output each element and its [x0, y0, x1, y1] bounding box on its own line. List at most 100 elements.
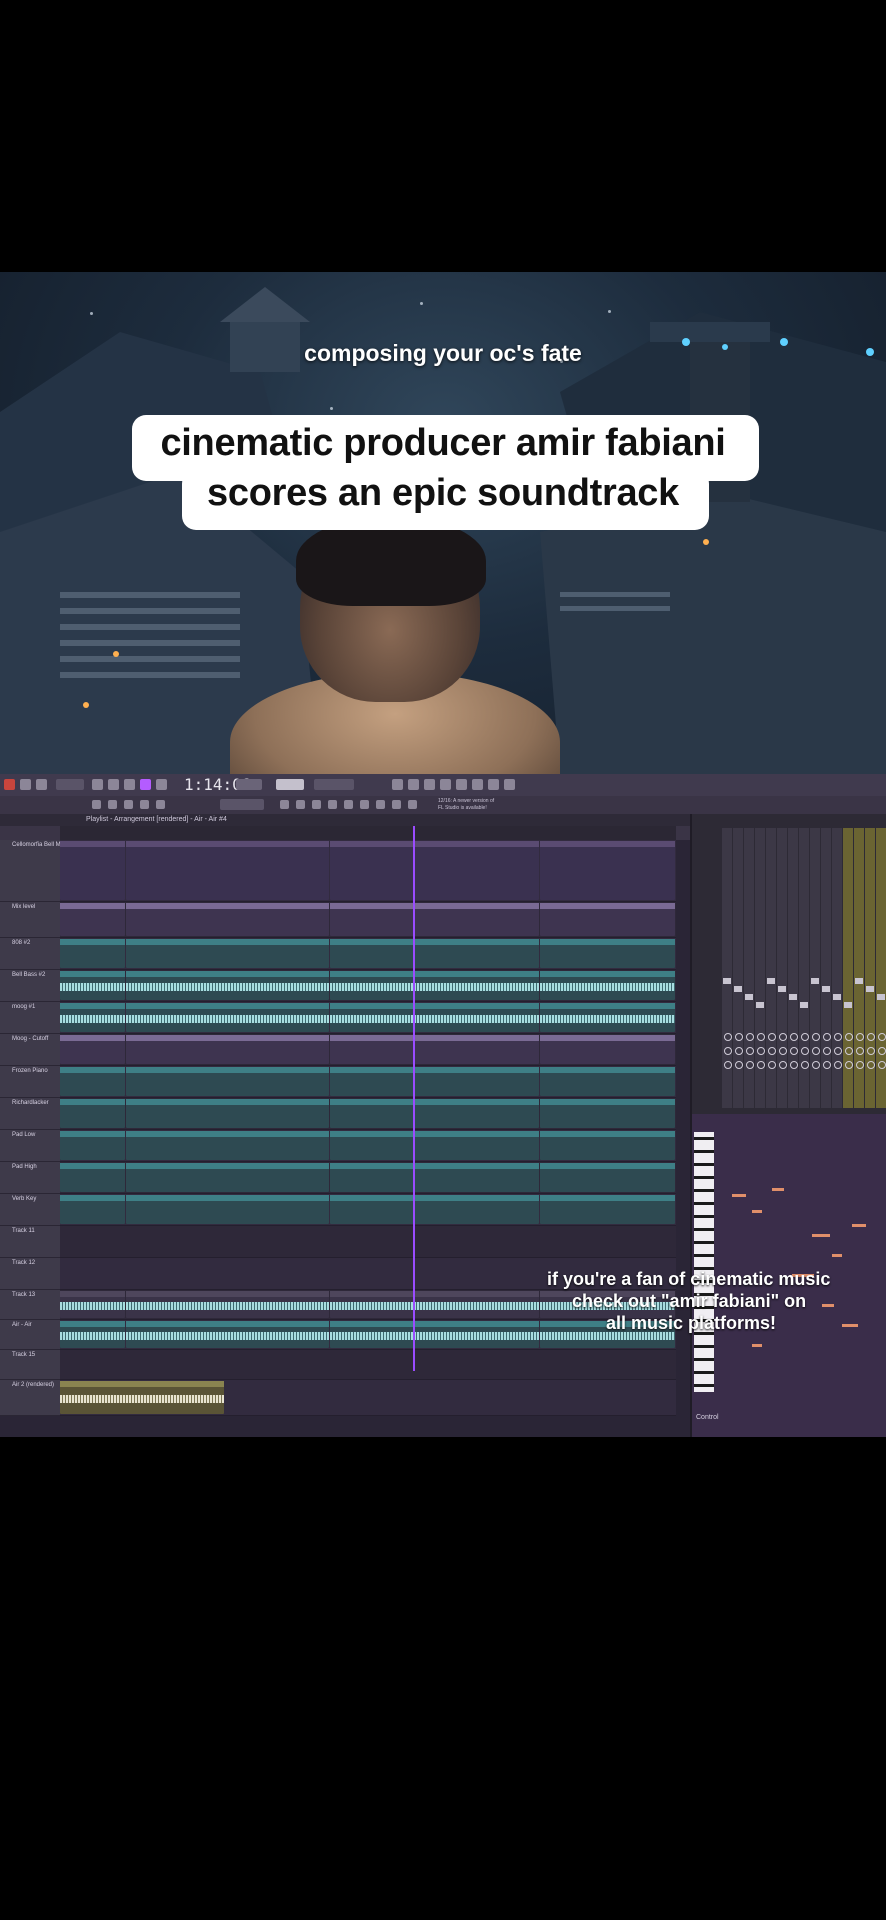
mixer-knob[interactable] [735, 1047, 743, 1055]
mixer-fader[interactable] [734, 986, 742, 992]
mixer-fader[interactable] [723, 978, 731, 984]
mixer-knob[interactable] [856, 1033, 864, 1041]
mixer-knob[interactable] [801, 1061, 809, 1069]
mixer-channel[interactable] [854, 828, 864, 1108]
tool-icon-4[interactable] [328, 800, 337, 809]
browser-icon[interactable] [440, 779, 451, 790]
track-header[interactable]: Mix level [0, 902, 60, 938]
mixer-channel[interactable] [821, 828, 831, 1108]
tool-icon-8[interactable] [392, 800, 401, 809]
piano-roll-note[interactable] [732, 1194, 746, 1197]
mixer-channel[interactable] [810, 828, 820, 1108]
mixer-knob[interactable] [779, 1061, 787, 1069]
mixer-knob[interactable] [757, 1047, 765, 1055]
plugin-icon[interactable] [456, 779, 467, 790]
track-lane[interactable] [60, 1098, 676, 1130]
mute-tool-icon[interactable] [156, 800, 165, 809]
mixer-knob[interactable] [801, 1047, 809, 1055]
track-lane[interactable] [60, 1380, 676, 1416]
clip[interactable] [540, 971, 675, 1000]
piano-roll-note[interactable] [832, 1254, 842, 1257]
mixer-channel[interactable] [865, 828, 875, 1108]
clip[interactable] [60, 971, 125, 1000]
track-header[interactable]: Bell Bass #2 [0, 970, 60, 1002]
mixer-knob[interactable] [790, 1033, 798, 1041]
clip[interactable] [126, 841, 329, 900]
clip[interactable] [330, 971, 539, 1000]
track-header[interactable]: Track 15 [0, 1350, 60, 1380]
piano-roll-note[interactable] [852, 1224, 866, 1227]
track-header[interactable]: Cellomorfia Bell Melody [0, 840, 75, 902]
mixer-fader[interactable] [877, 994, 885, 1000]
mixer-knob[interactable] [724, 1033, 732, 1041]
mixer-knob[interactable] [768, 1061, 776, 1069]
clip[interactable] [330, 1067, 539, 1096]
mixer-knob[interactable] [790, 1047, 798, 1055]
track-lane[interactable] [60, 840, 676, 902]
mixer-knob[interactable] [867, 1061, 875, 1069]
mixer-knob[interactable] [878, 1061, 886, 1069]
mixer-knob[interactable] [867, 1033, 875, 1041]
piano-keys[interactable] [694, 1132, 714, 1392]
clip[interactable] [540, 903, 675, 936]
clip[interactable] [60, 903, 125, 936]
mixer-knob[interactable] [746, 1061, 754, 1069]
timeline-ruler[interactable] [60, 826, 676, 840]
track-header[interactable]: Moog - Cutoff [0, 1034, 60, 1066]
mixer-knob[interactable] [746, 1047, 754, 1055]
clip[interactable] [330, 939, 539, 968]
piano-roll-note[interactable] [752, 1344, 762, 1347]
mixer-knob[interactable] [746, 1033, 754, 1041]
mixer-knob[interactable] [834, 1047, 842, 1055]
mixer-channel[interactable] [755, 828, 765, 1108]
mixer-channel[interactable] [722, 828, 732, 1108]
mixer-fader[interactable] [811, 978, 819, 984]
mixer-knob[interactable] [878, 1047, 886, 1055]
mixer-channel[interactable] [832, 828, 842, 1108]
channel-rack-icon[interactable] [408, 779, 419, 790]
clip[interactable] [540, 1195, 675, 1224]
clip[interactable] [60, 841, 125, 900]
mixer-fader[interactable] [778, 986, 786, 992]
mixer-knob[interactable] [878, 1033, 886, 1041]
clip[interactable] [60, 939, 125, 968]
record-icon[interactable] [4, 779, 15, 790]
piano-roll-note[interactable] [772, 1188, 784, 1191]
track-header[interactable]: Air 2 (rendered) [0, 1380, 60, 1416]
tool-icon-9[interactable] [408, 800, 417, 809]
clip[interactable] [60, 1131, 125, 1160]
track-header[interactable]: Verb Key [0, 1194, 60, 1226]
mixer-knob[interactable] [867, 1047, 875, 1055]
mixer-fader[interactable] [756, 1002, 764, 1008]
track-header[interactable]: Track 12 [0, 1258, 60, 1290]
track-header[interactable]: Track 11 [0, 1226, 60, 1258]
clip[interactable] [126, 1131, 329, 1160]
clip[interactable] [126, 1195, 329, 1224]
track-lane[interactable] [60, 1194, 676, 1226]
mixer-channel[interactable] [777, 828, 787, 1108]
stop-icon[interactable] [20, 779, 31, 790]
mixer-fader[interactable] [833, 994, 841, 1000]
clip[interactable] [60, 1035, 125, 1064]
mixer-knob[interactable] [856, 1061, 864, 1069]
mixer-knob[interactable] [801, 1033, 809, 1041]
tool-icon-2[interactable] [296, 800, 305, 809]
clip[interactable] [126, 1291, 329, 1318]
mixer-fader[interactable] [866, 986, 874, 992]
track-lane[interactable] [60, 902, 676, 938]
download-icon[interactable] [504, 779, 515, 790]
piano-roll-note[interactable] [812, 1234, 830, 1237]
clip[interactable] [60, 1291, 125, 1318]
track-header[interactable]: Track 13 [0, 1290, 60, 1320]
mixer-knob[interactable] [757, 1033, 765, 1041]
clip[interactable] [540, 1035, 675, 1064]
clip[interactable] [126, 1003, 329, 1032]
clip[interactable] [330, 1291, 539, 1318]
clip[interactable] [126, 971, 329, 1000]
clip[interactable] [126, 903, 329, 936]
clip[interactable] [126, 1099, 329, 1128]
mixer-knob[interactable] [812, 1047, 820, 1055]
mixer-channel[interactable] [744, 828, 754, 1108]
mixer-knob[interactable] [845, 1047, 853, 1055]
tool-icon-7[interactable] [376, 800, 385, 809]
